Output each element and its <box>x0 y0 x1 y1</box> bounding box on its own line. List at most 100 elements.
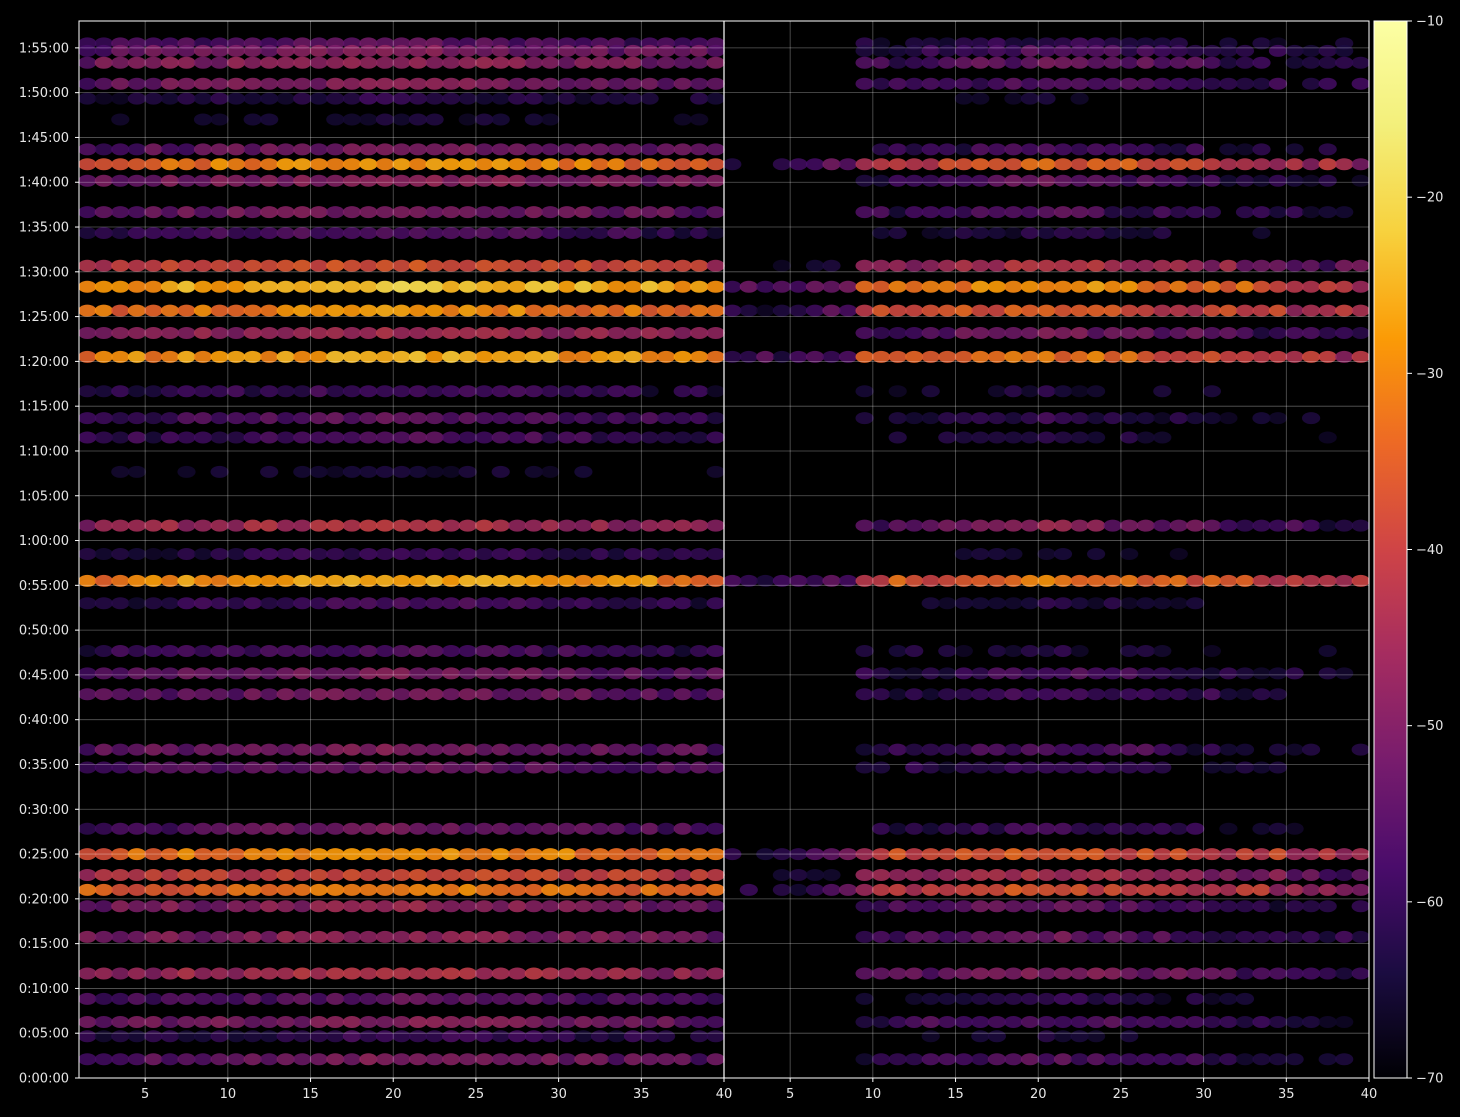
heatmap-cell <box>160 992 180 1005</box>
heatmap-cell <box>1202 743 1221 756</box>
heatmap-cell <box>276 327 295 339</box>
heatmap-cell <box>590 412 610 425</box>
heatmap-cell <box>673 743 692 756</box>
heatmap-cell <box>425 280 444 293</box>
heatmap-cell <box>1004 822 1023 835</box>
heatmap-cell <box>1302 327 1321 339</box>
heatmap-cell <box>392 92 411 105</box>
heatmap-cell <box>706 158 725 171</box>
heatmap-cell <box>1136 822 1155 835</box>
heatmap-cell <box>872 304 891 317</box>
heatmap-cell <box>1285 304 1304 317</box>
heatmap-cell <box>425 548 444 560</box>
heatmap-cell <box>524 92 543 105</box>
heatmap-cell <box>193 227 213 239</box>
heatmap-cell <box>326 930 345 943</box>
heatmap-cell <box>260 304 279 317</box>
heatmap-cell <box>954 227 973 239</box>
heatmap-cell <box>971 431 990 444</box>
heatmap-cell <box>144 1016 163 1028</box>
heatmap-cell <box>557 548 577 560</box>
heatmap-cell <box>127 1016 146 1028</box>
heatmap-cell <box>210 645 229 657</box>
heatmap-cell <box>94 869 113 881</box>
heatmap-cell <box>987 1030 1007 1043</box>
heatmap-cell <box>574 743 593 756</box>
heatmap-cell <box>1037 143 1056 156</box>
heatmap-cell <box>1020 761 1040 774</box>
heatmap-cell <box>309 597 328 610</box>
heatmap-cell <box>425 992 444 1005</box>
heatmap-cell <box>1335 158 1354 171</box>
heatmap-cell <box>326 992 345 1005</box>
heatmap-cell <box>954 1053 973 1066</box>
heatmap-cell <box>1202 56 1221 69</box>
heatmap-cell <box>1120 992 1139 1005</box>
heatmap-cell <box>524 465 543 478</box>
heatmap-cell <box>1235 77 1255 90</box>
heatmap-cell <box>623 930 643 943</box>
heatmap-cell <box>524 1053 543 1066</box>
heatmap-cell <box>309 412 328 425</box>
heatmap-cell <box>508 431 527 444</box>
heatmap-cell <box>1186 206 1205 219</box>
heatmap-cell <box>1136 412 1155 425</box>
heatmap-cell <box>227 519 246 532</box>
heatmap-cell <box>1335 667 1354 680</box>
heatmap-cell <box>442 992 461 1005</box>
heatmap-cell <box>508 1053 527 1066</box>
heatmap-cell <box>442 412 461 425</box>
heatmap-cell <box>1219 900 1238 913</box>
heatmap-cell <box>1318 158 1337 171</box>
heatmap-cell <box>243 431 262 444</box>
spectrogram-chart: 0:00:000:05:000:10:000:15:000:20:000:25:… <box>19 15 1444 1103</box>
heatmap-cell <box>921 992 940 1005</box>
heatmap-cell <box>326 1053 345 1066</box>
heatmap-cell <box>1302 967 1321 980</box>
heatmap-cell <box>375 327 395 339</box>
heatmap-cell <box>491 385 510 398</box>
heatmap-cell <box>1087 174 1106 187</box>
heatmap-cell <box>375 143 395 156</box>
heatmap-cell <box>838 280 858 293</box>
heatmap-cell <box>524 869 543 881</box>
heatmap-cell <box>1318 930 1337 943</box>
heatmap-cell <box>574 883 593 896</box>
heatmap-cell <box>1037 174 1056 187</box>
heatmap-cell <box>1103 259 1122 272</box>
heatmap-cell <box>971 412 990 425</box>
heatmap-cell <box>706 385 725 398</box>
heatmap-cell <box>1037 869 1056 881</box>
heatmap-cell <box>954 688 973 701</box>
heatmap-cell <box>127 1053 146 1066</box>
heatmap-cell <box>1202 688 1221 701</box>
heatmap-cell <box>375 743 395 756</box>
heatmap-cell <box>458 77 477 90</box>
heatmap-cell <box>1169 1053 1188 1066</box>
heatmap-cell <box>392 1016 411 1028</box>
heatmap-cell <box>1169 56 1188 69</box>
y-tick-label: 0:35:00 <box>19 758 69 773</box>
heatmap-cell <box>954 822 973 835</box>
heatmap-cell <box>243 158 262 171</box>
heatmap-cell <box>557 431 577 444</box>
heatmap-cell <box>260 327 279 339</box>
heatmap-cell <box>1020 412 1040 425</box>
heatmap-cell <box>260 206 279 219</box>
heatmap-cell <box>888 645 907 657</box>
heatmap-cell <box>1252 327 1271 339</box>
heatmap-cell <box>442 1030 461 1043</box>
heatmap-cell <box>260 1016 279 1028</box>
heatmap-cell <box>1070 412 1089 425</box>
heatmap-cell <box>557 519 577 532</box>
heatmap-cell <box>1087 412 1106 425</box>
y-tick-label: 1:00:00 <box>19 534 69 549</box>
heatmap-cell <box>541 548 560 560</box>
heatmap-cell <box>557 992 577 1005</box>
heatmap-cell <box>442 688 461 701</box>
heatmap-cell <box>1087 869 1106 881</box>
heatmap-cell <box>855 869 874 881</box>
y-tick-label: 0:25:00 <box>19 848 69 863</box>
heatmap-cell <box>1120 77 1139 90</box>
heatmap-cell <box>111 1030 130 1043</box>
